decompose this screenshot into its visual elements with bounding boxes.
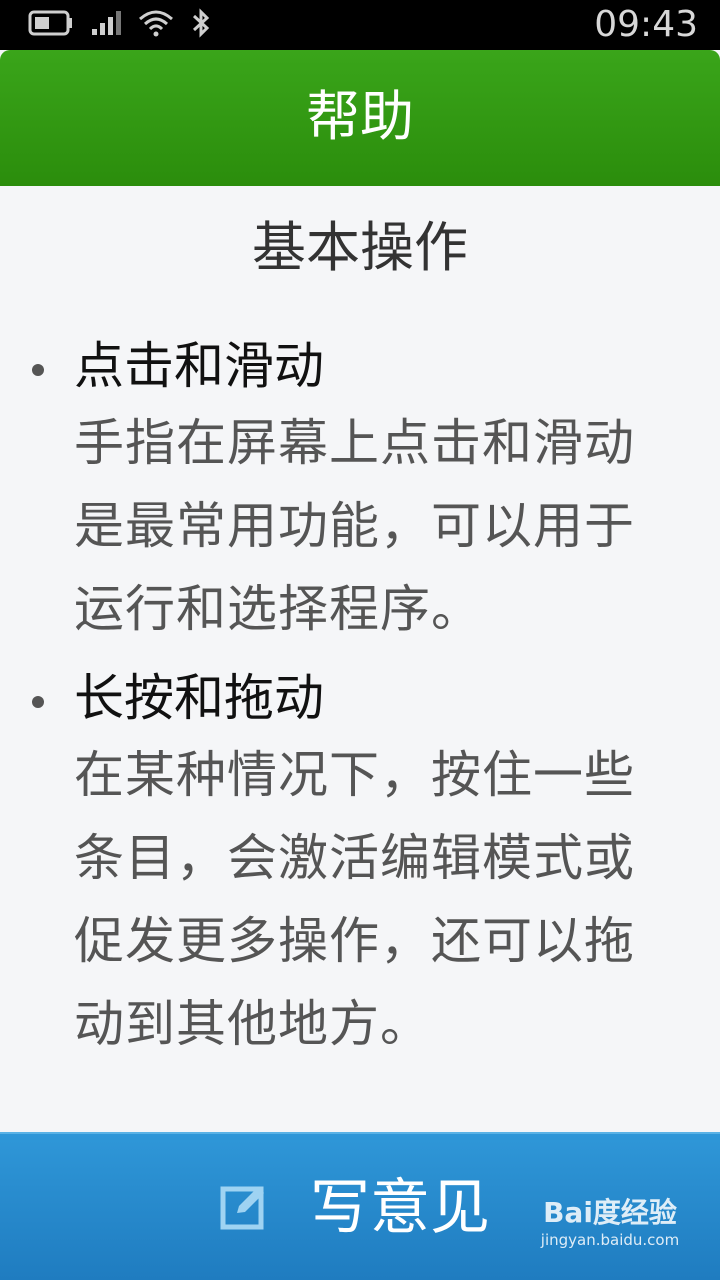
header-bar: 帮助	[0, 50, 720, 186]
help-item-description: 手指在屏幕上点击和滑动是最常用功能，可以用于运行和选择程序。	[74, 414, 635, 638]
page-title: 帮助	[306, 85, 414, 148]
edit-icon	[220, 1182, 268, 1234]
section-title: 基本操作	[252, 216, 468, 279]
status-bar: 09:43	[0, 0, 720, 50]
help-item-title: 点击和滑动	[74, 337, 324, 395]
help-content: 基本操作 点击和滑动 手指在屏幕上点击和滑动是最常用功能，可以用于运行和选择程序…	[0, 186, 720, 1132]
signal-icon	[90, 9, 122, 41]
feedback-label: 写意见	[310, 1173, 490, 1243]
status-icons	[28, 8, 212, 42]
help-item-title: 长按和拖动	[74, 669, 324, 727]
help-item-description: 在某种情况下，按住一些条目，会激活编辑模式或促发更多操作，还可以拖动到其他地方。	[74, 746, 635, 1053]
bluetooth-icon	[190, 8, 212, 42]
wifi-icon	[138, 9, 174, 41]
bullet-icon	[32, 364, 44, 376]
watermark-url: jingyan.baidu.com	[540, 1231, 680, 1249]
write-feedback-button[interactable]: 写意见	[220, 1170, 490, 1246]
watermark-brand: Bai度经验	[543, 1196, 677, 1229]
bullet-icon	[32, 696, 44, 708]
watermark-logo: Bai度经验 jingyan.baidu.com	[540, 1196, 680, 1250]
status-time: 09:43	[594, 4, 698, 45]
battery-icon	[28, 9, 74, 41]
